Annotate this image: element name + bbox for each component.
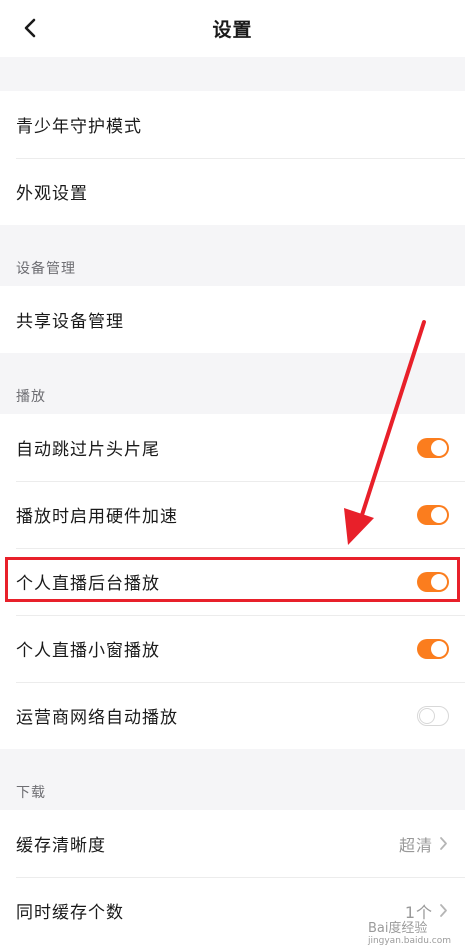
baidu-watermark: Bai度经验 jingyan.baidu.com bbox=[368, 917, 451, 946]
page-title: 设置 bbox=[212, 19, 253, 41]
cache-quality-item[interactable]: 缓存清晰度 超清 bbox=[0, 810, 465, 877]
hw-accel-item: 播放时启用硬件加速 bbox=[0, 481, 465, 548]
youth-mode-item[interactable]: 青少年守护模式 bbox=[0, 91, 465, 158]
device-group: 共享设备管理 bbox=[0, 286, 465, 353]
shared-device-item[interactable]: 共享设备管理 bbox=[0, 286, 465, 353]
general-group: 青少年守护模式 外观设置 bbox=[0, 91, 465, 225]
playback-group: 自动跳过片头片尾 播放时启用硬件加速 个人直播后台播放 个人直播小窗播放 运营商… bbox=[0, 414, 465, 749]
back-button[interactable] bbox=[16, 14, 44, 42]
download-section-header: 下载 bbox=[0, 749, 465, 810]
toggle-knob bbox=[431, 506, 447, 523]
mini-window-item: 个人直播小窗播放 bbox=[0, 615, 465, 682]
mini-window-label: 个人直播小窗播放 bbox=[16, 641, 160, 661]
skip-intro-label: 自动跳过片头片尾 bbox=[16, 440, 160, 460]
hw-accel-label: 播放时启用硬件加速 bbox=[16, 507, 178, 527]
device-section-header: 设备管理 bbox=[0, 225, 465, 286]
youth-mode-label: 青少年守护模式 bbox=[16, 117, 142, 137]
watermark-sub: jingyan.baidu.com bbox=[367, 936, 451, 946]
concurrent-cache-label: 同时缓存个数 bbox=[16, 903, 124, 923]
toggle-knob bbox=[431, 573, 447, 590]
hw-accel-toggle[interactable] bbox=[417, 504, 449, 525]
playback-section-header: 播放 bbox=[0, 353, 465, 414]
nav-bar: 设置 bbox=[0, 0, 465, 57]
cache-quality-label: 缓存清晰度 bbox=[16, 836, 106, 856]
appearance-item[interactable]: 外观设置 bbox=[0, 158, 465, 225]
background-play-item: 个人直播后台播放 bbox=[0, 548, 465, 615]
cellular-autoplay-label: 运营商网络自动播放 bbox=[16, 708, 178, 728]
appearance-label: 外观设置 bbox=[16, 184, 88, 204]
mini-window-toggle[interactable] bbox=[417, 638, 449, 659]
toggle-knob bbox=[419, 707, 435, 724]
section-spacer bbox=[0, 57, 465, 91]
skip-intro-toggle[interactable] bbox=[417, 437, 449, 458]
watermark-text: Bai度经验 bbox=[367, 921, 428, 936]
toggle-knob bbox=[431, 439, 447, 456]
background-play-label: 个人直播后台播放 bbox=[16, 574, 160, 594]
background-play-toggle[interactable] bbox=[417, 571, 449, 592]
toggle-knob bbox=[431, 640, 447, 657]
cellular-autoplay-item: 运营商网络自动播放 bbox=[0, 682, 465, 749]
cache-quality-value: 超清 bbox=[398, 835, 433, 855]
skip-intro-item: 自动跳过片头片尾 bbox=[0, 414, 465, 481]
chevron-left-icon bbox=[24, 18, 36, 38]
shared-device-label: 共享设备管理 bbox=[16, 312, 124, 332]
chevron-right-icon bbox=[439, 836, 449, 852]
cellular-autoplay-toggle[interactable] bbox=[417, 705, 449, 726]
